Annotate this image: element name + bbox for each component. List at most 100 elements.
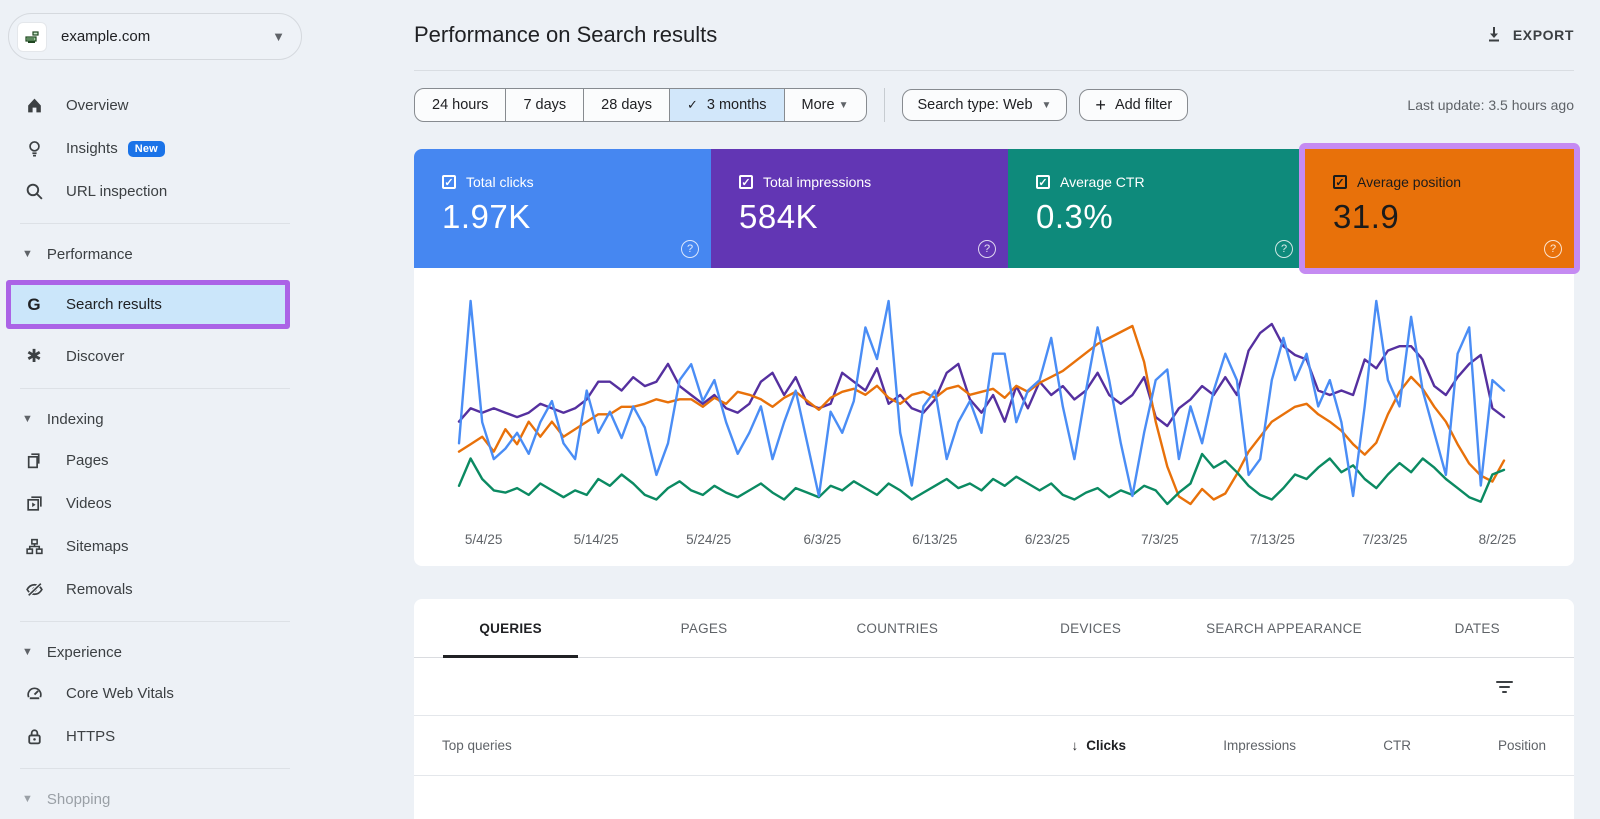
sidebar-section-experience[interactable]: ▼ Experience	[0, 632, 310, 672]
checkbox-checked-icon[interactable]: ✓	[739, 175, 753, 189]
sidebar-divider	[20, 768, 290, 769]
sidebar-item-https[interactable]: HTTPS	[0, 715, 310, 758]
x-tick: 5/24/25	[686, 532, 731, 547]
sidebar-item-videos[interactable]: Videos	[0, 482, 310, 525]
lock-icon	[24, 727, 44, 747]
sidebar-item-core-web-vitals[interactable]: Core Web Vitals	[0, 672, 310, 715]
discover-asterisk-icon: ✱	[24, 347, 44, 367]
tab-countries[interactable]: COUNTRIES	[801, 599, 994, 657]
export-button[interactable]: EXPORT	[1485, 25, 1574, 46]
pages-icon	[24, 451, 44, 471]
column-top-queries: Top queries	[442, 738, 976, 753]
sidebar-section-indexing[interactable]: ▼ Indexing	[0, 399, 310, 439]
range-3-months[interactable]: ✓ 3 months	[669, 89, 784, 121]
last-update-text: Last update: 3.5 hours ago	[1407, 97, 1574, 113]
sidebar-section-shopping[interactable]: ▼ Shopping	[0, 779, 310, 819]
video-icon	[24, 494, 44, 514]
performance-chart-card: ✓ Total clicks 1.97K ? ✓ Total impressio…	[414, 149, 1574, 566]
checkbox-checked-icon[interactable]: ✓	[442, 175, 456, 189]
main-content: Performance on Search results EXPORT 24 …	[414, 0, 1574, 819]
x-tick: 6/23/25	[1025, 532, 1070, 547]
sidebar-item-label: Videos	[66, 495, 112, 512]
tab-pages[interactable]: PAGES	[607, 599, 800, 657]
table-toolbar	[414, 658, 1574, 716]
tab-dates[interactable]: DATES	[1381, 599, 1574, 657]
dimensions-table-card: QUERIES PAGES COUNTRIES DEVICES SEARCH A…	[414, 599, 1574, 819]
sidebar-item-sitemaps[interactable]: Sitemaps	[0, 525, 310, 568]
x-tick: 7/13/25	[1250, 532, 1295, 547]
column-position[interactable]: Position	[1411, 738, 1546, 753]
help-icon[interactable]: ?	[1275, 240, 1293, 258]
search-type-filter[interactable]: Search type: Web ▼	[902, 89, 1068, 121]
metric-value: 31.9	[1333, 198, 1574, 236]
metric-card-total-clicks[interactable]: ✓ Total clicks 1.97K ?	[414, 149, 711, 268]
metric-label: Average CTR	[1060, 174, 1145, 190]
chevron-down-icon: ▼	[839, 100, 849, 111]
property-selector[interactable]: example.com ▼	[8, 13, 302, 60]
lightbulb-icon	[24, 139, 44, 159]
x-tick: 6/3/25	[804, 532, 842, 547]
metric-card-average-ctr[interactable]: ✓ Average CTR 0.3% ?	[1008, 149, 1305, 268]
checkbox-checked-icon[interactable]: ✓	[1036, 175, 1050, 189]
column-clicks[interactable]: ↓Clicks	[976, 738, 1126, 753]
chevron-down-icon: ▼	[272, 29, 285, 44]
range-7-days[interactable]: 7 days	[505, 89, 583, 121]
sidebar-divider	[20, 621, 290, 622]
sidebar-item-label: Search results	[66, 296, 162, 313]
sidebar-item-label: Overview	[66, 97, 129, 114]
home-icon	[24, 96, 44, 116]
sort-desc-icon: ↓	[1071, 738, 1078, 753]
column-ctr[interactable]: CTR	[1296, 738, 1411, 753]
plus-icon: +	[1095, 95, 1106, 116]
help-icon[interactable]: ?	[1544, 240, 1562, 258]
sidebar-item-search-results[interactable]: G Search results	[11, 285, 285, 324]
add-filter-button[interactable]: + Add filter	[1079, 89, 1188, 121]
sidebar-item-label: Removals	[66, 581, 133, 598]
x-axis-ticks: 5/4/25 5/14/25 5/24/25 6/3/25 6/13/25 6/…	[414, 526, 1574, 556]
sidebar-item-insights[interactable]: Insights New	[0, 127, 310, 170]
google-g-icon: G	[24, 295, 44, 315]
sidebar-divider	[20, 388, 290, 389]
checkbox-checked-icon[interactable]: ✓	[1333, 175, 1347, 189]
chevron-down-icon: ▼	[1042, 100, 1052, 111]
metric-value: 0.3%	[1036, 198, 1305, 236]
sidebar-section-performance[interactable]: ▼ Performance	[0, 234, 310, 274]
tab-queries[interactable]: QUERIES	[414, 599, 607, 657]
sidebar-item-pages[interactable]: Pages	[0, 439, 310, 482]
help-icon[interactable]: ?	[681, 240, 699, 258]
tab-devices[interactable]: DEVICES	[994, 599, 1187, 657]
header-divider	[414, 70, 1574, 71]
sidebar-item-label: Sitemaps	[66, 538, 129, 555]
sidebar: example.com ▼ Overview Insights New	[0, 0, 310, 809]
metric-label: Total impressions	[763, 174, 871, 190]
tab-search-appearance[interactable]: SEARCH APPEARANCE	[1187, 599, 1380, 657]
metric-label: Total clicks	[466, 174, 534, 190]
line-chart	[414, 276, 1574, 526]
metric-card-total-impressions[interactable]: ✓ Total impressions 584K ?	[711, 149, 1008, 268]
filter-list-icon[interactable]	[1490, 675, 1519, 699]
check-icon: ✓	[687, 97, 698, 113]
sidebar-item-label: Core Web Vitals	[66, 685, 174, 702]
search-results-highlight: G Search results	[6, 280, 290, 329]
range-28-days[interactable]: 28 days	[583, 89, 669, 121]
x-tick: 7/23/25	[1362, 532, 1407, 547]
sidebar-item-overview[interactable]: Overview	[0, 84, 310, 127]
column-impressions[interactable]: Impressions	[1126, 738, 1296, 753]
average-position-highlight: ✓ Average position 31.9 ?	[1305, 149, 1574, 268]
sidebar-item-label: URL inspection	[66, 183, 167, 200]
sidebar-divider	[20, 223, 290, 224]
range-24-hours[interactable]: 24 hours	[415, 89, 505, 121]
sidebar-item-discover[interactable]: ✱ Discover	[0, 335, 310, 378]
metric-cards-row: ✓ Total clicks 1.97K ? ✓ Total impressio…	[414, 149, 1574, 268]
help-icon[interactable]: ?	[978, 240, 996, 258]
sidebar-item-url-inspection[interactable]: URL inspection	[0, 170, 310, 213]
search-icon	[24, 182, 44, 202]
range-more[interactable]: More ▼	[784, 89, 866, 121]
speedometer-icon	[24, 684, 44, 704]
vertical-divider	[884, 88, 885, 122]
property-name: example.com	[61, 28, 272, 45]
chevron-down-icon: ▼	[22, 413, 33, 425]
metric-card-average-position[interactable]: ✓ Average position 31.9 ?	[1305, 149, 1574, 268]
metric-label: Average position	[1357, 174, 1461, 190]
sidebar-item-removals[interactable]: Removals	[0, 568, 310, 611]
